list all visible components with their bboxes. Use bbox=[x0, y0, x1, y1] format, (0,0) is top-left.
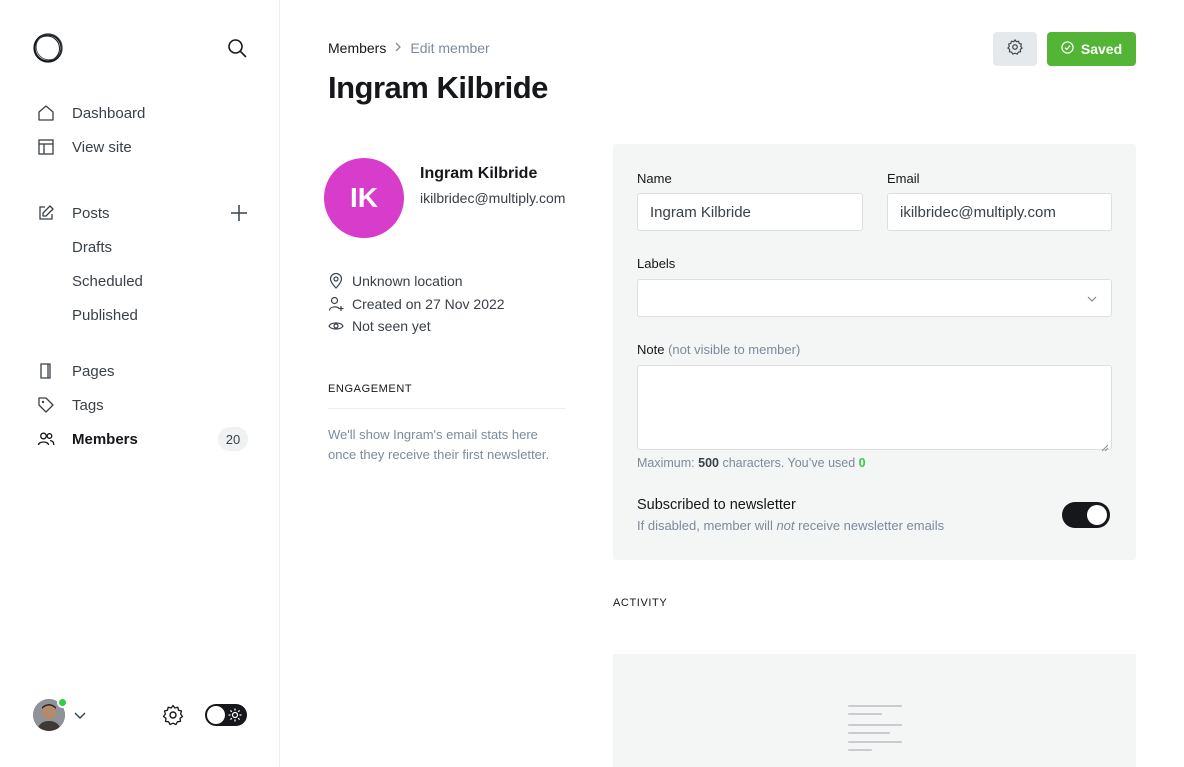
email-input[interactable] bbox=[887, 193, 1112, 231]
member-name: Ingram Kilbride bbox=[420, 165, 538, 182]
nav-members[interactable]: Members bbox=[36, 427, 138, 451]
nav-label: Posts bbox=[72, 204, 110, 222]
toggle-knob bbox=[1087, 505, 1107, 525]
chevron-down-icon bbox=[1086, 292, 1098, 304]
newsletter-desc-post: receive newsletter emails bbox=[794, 518, 945, 533]
eye-icon bbox=[328, 318, 344, 334]
resize-grip-icon[interactable] bbox=[1101, 439, 1109, 452]
newsletter-title: Subscribed to newsletter bbox=[637, 497, 796, 513]
nav-tags[interactable]: Tags bbox=[36, 393, 104, 417]
tag-icon bbox=[36, 395, 56, 415]
user-add-icon bbox=[328, 296, 344, 312]
char-max-value: 500 bbox=[698, 456, 719, 470]
newsletter-description: If disabled, member will not receive new… bbox=[637, 518, 944, 533]
name-input[interactable] bbox=[637, 193, 863, 231]
member-last-seen: Not seen yet bbox=[328, 318, 431, 334]
settings-gear-icon[interactable] bbox=[161, 703, 185, 727]
note-hint: (not visible to member) bbox=[668, 342, 801, 357]
sun-icon bbox=[228, 708, 242, 722]
seen-text: Not seen yet bbox=[352, 318, 431, 334]
activity-heading: ACTIVITY bbox=[613, 597, 668, 609]
location-text: Unknown location bbox=[352, 273, 463, 289]
nav-posts[interactable]: Posts bbox=[36, 201, 110, 225]
breadcrumb: Members Edit member bbox=[328, 40, 490, 56]
layout-icon bbox=[36, 137, 56, 157]
new-post-plus-icon[interactable] bbox=[228, 202, 250, 224]
note-textarea[interactable] bbox=[637, 365, 1112, 452]
nav-label: Dashboard bbox=[72, 104, 146, 122]
document-lines-icon bbox=[845, 703, 905, 755]
member-settings-button[interactable] bbox=[993, 32, 1037, 66]
nav-label: Pages bbox=[72, 362, 115, 380]
member-email: ikilbridec@multiply.com bbox=[420, 190, 566, 206]
member-created: Created on 27 Nov 2022 bbox=[328, 296, 505, 312]
nav-pages[interactable]: Pages bbox=[36, 359, 115, 383]
member-location: Unknown location bbox=[328, 273, 463, 289]
breadcrumb-members-link[interactable]: Members bbox=[328, 40, 386, 56]
nav-scheduled[interactable]: Scheduled bbox=[72, 269, 143, 293]
pages-icon bbox=[36, 361, 56, 381]
edit-icon bbox=[36, 203, 56, 223]
labels-label: Labels bbox=[637, 256, 676, 271]
newsletter-toggle[interactable] bbox=[1062, 502, 1110, 528]
note-label: Note (not visible to member) bbox=[637, 342, 800, 357]
created-text: Created on 27 Nov 2022 bbox=[352, 296, 505, 312]
search-icon[interactable] bbox=[225, 36, 249, 60]
breadcrumb-current: Edit member bbox=[410, 40, 490, 56]
char-max-prefix: Maximum: bbox=[637, 456, 699, 470]
online-status-dot bbox=[57, 697, 68, 708]
user-avatar[interactable] bbox=[33, 697, 68, 731]
engagement-heading: ENGAGEMENT bbox=[328, 383, 413, 395]
newsletter-desc-em: not bbox=[776, 518, 795, 533]
location-pin-icon bbox=[328, 273, 344, 289]
nav-dashboard[interactable]: Dashboard bbox=[36, 101, 145, 125]
nav-label: Tags bbox=[72, 396, 104, 414]
dark-mode-toggle[interactable] bbox=[205, 704, 247, 726]
saved-label: Saved bbox=[1080, 41, 1123, 57]
note-label-text: Note bbox=[637, 342, 665, 357]
nav-published[interactable]: Published bbox=[72, 303, 138, 327]
home-icon bbox=[36, 103, 56, 123]
nav-drafts[interactable]: Drafts bbox=[72, 235, 112, 259]
sidebar: Dashboard View site Posts Drafts Schedul… bbox=[0, 0, 280, 767]
site-logo-icon[interactable] bbox=[32, 32, 64, 64]
toggle-knob bbox=[207, 706, 225, 724]
char-mid-text: characters. You’ve used bbox=[718, 456, 859, 470]
nav-label: View site bbox=[72, 138, 132, 156]
chevron-down-icon[interactable] bbox=[73, 708, 87, 722]
saved-button[interactable]: Saved bbox=[1047, 32, 1136, 66]
members-icon bbox=[36, 429, 56, 449]
chevron-right-icon bbox=[394, 41, 402, 55]
char-used-value: 0 bbox=[858, 456, 866, 470]
page-title: Ingram Kilbride bbox=[328, 70, 548, 105]
nav-view-site[interactable]: View site bbox=[36, 135, 132, 159]
divider bbox=[328, 408, 566, 409]
nav-label: Members bbox=[72, 430, 138, 448]
check-circle-icon bbox=[1061, 41, 1074, 57]
labels-select[interactable] bbox=[637, 279, 1112, 317]
newsletter-desc-pre: If disabled, member will bbox=[637, 518, 777, 533]
gear-icon bbox=[1006, 38, 1024, 61]
members-count-badge: 20 bbox=[218, 427, 248, 451]
email-label: Email bbox=[887, 171, 920, 186]
note-char-count: Maximum: 500 characters. You’ve used 0 bbox=[637, 456, 866, 470]
engagement-text: We'll show Ingram's email stats here onc… bbox=[328, 427, 550, 462]
name-label: Name bbox=[637, 171, 672, 186]
member-avatar: IK bbox=[324, 158, 404, 238]
